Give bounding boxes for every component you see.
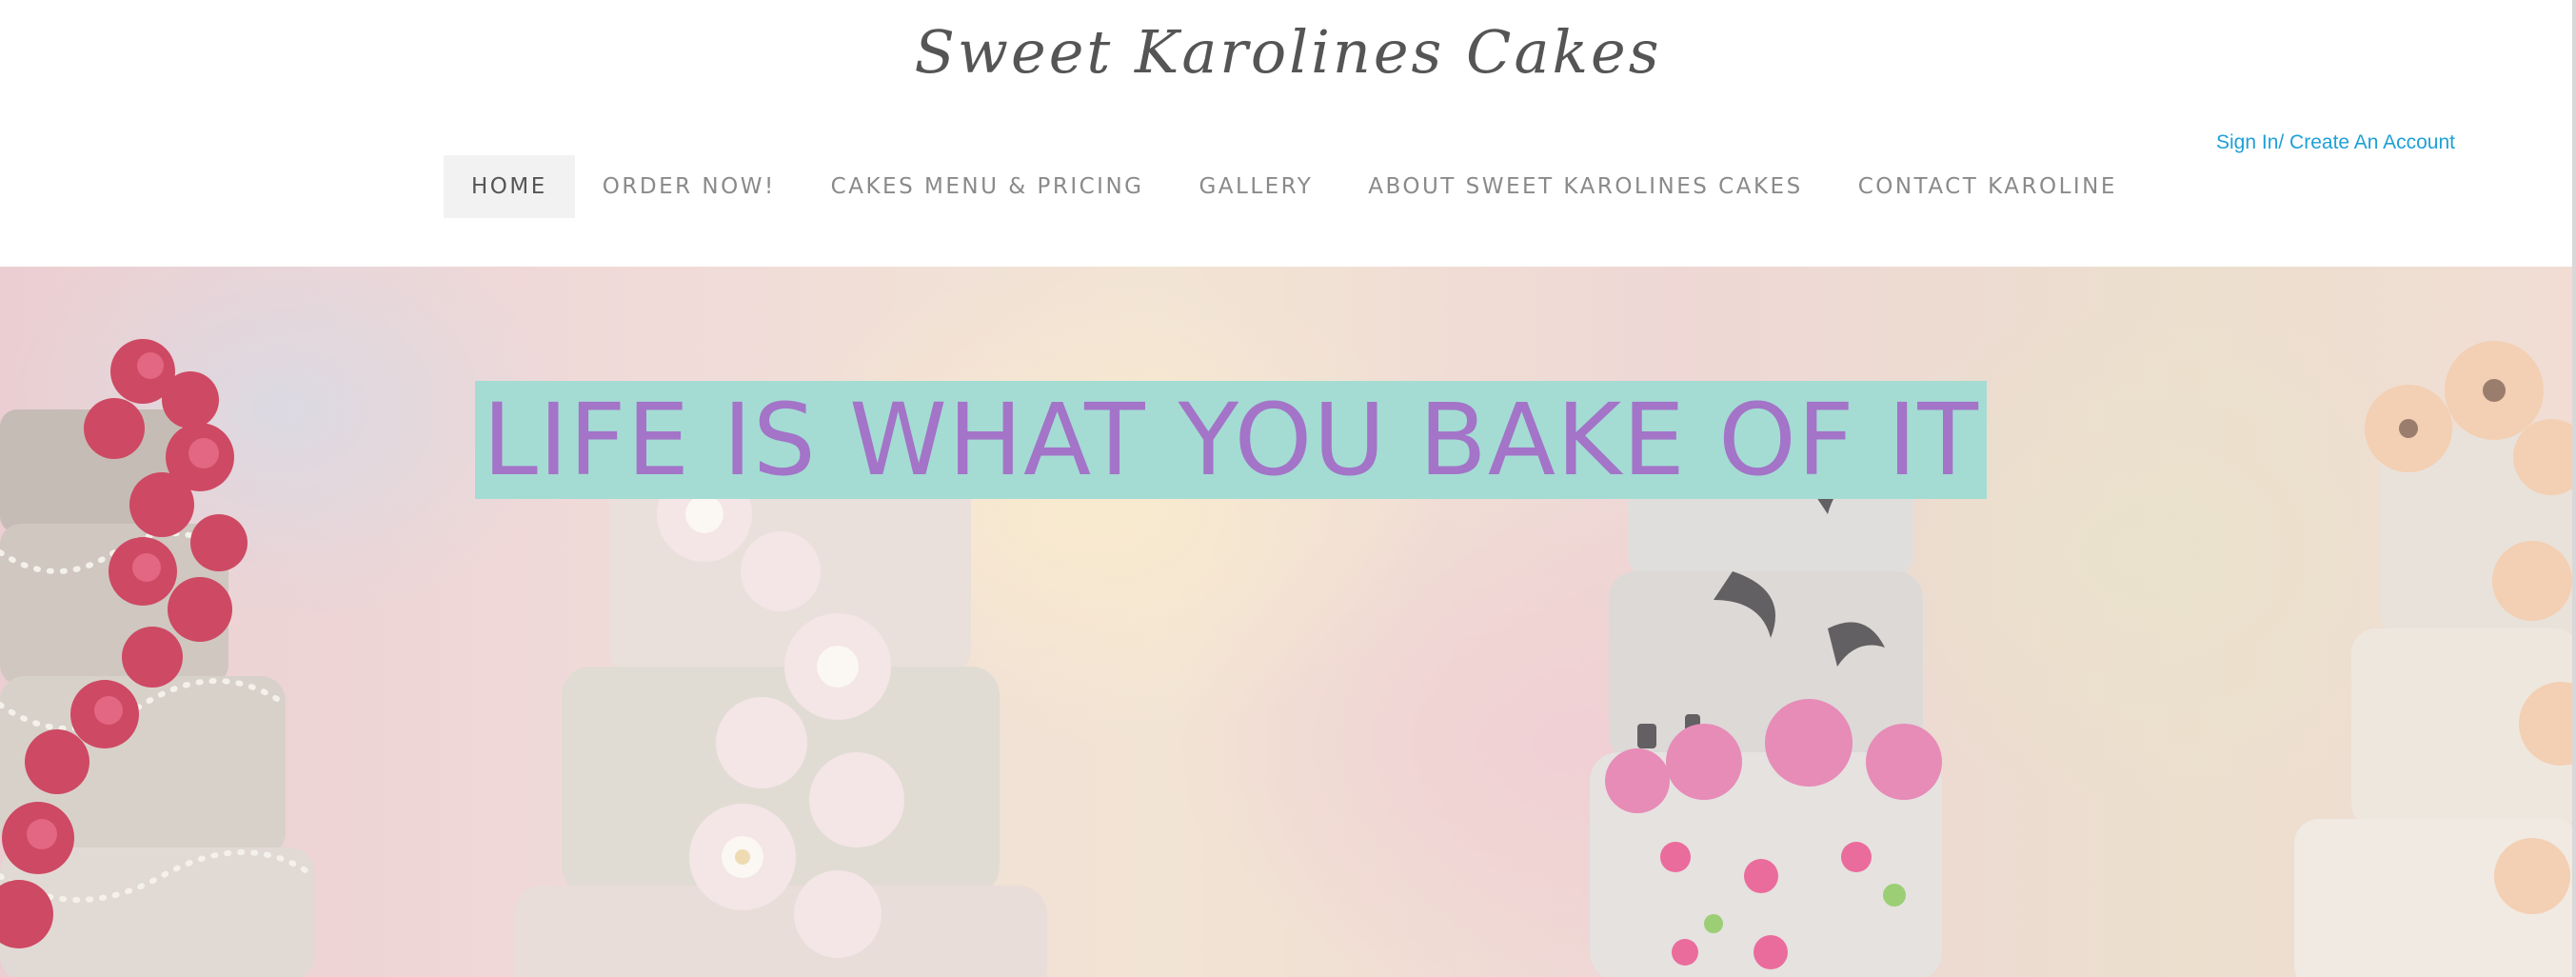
site-header: Sweet Karolines Cakes Sign In/ Create An…	[0, 0, 2576, 267]
nav-item-home[interactable]: HOME	[444, 155, 575, 218]
wedding-cakes-photo	[0, 267, 2572, 977]
hero-banner: "LIFE IS WHAT YOU BAKE OF IT"	[0, 267, 2572, 977]
site-title[interactable]: Sweet Karolines Cakes	[0, 17, 2576, 87]
nav-item-gallery[interactable]: GALLERY	[1171, 155, 1340, 218]
hero-tagline: "LIFE IS WHAT YOU BAKE OF IT"	[475, 381, 1987, 499]
page: Sweet Karolines Cakes Sign In/ Create An…	[0, 0, 2576, 977]
nav-item-about[interactable]: ABOUT SWEET KAROLINES CAKES	[1340, 155, 1830, 218]
nav-item-contact[interactable]: CONTACT KAROLINE	[1831, 155, 2145, 218]
main-nav: HOME ORDER NOW! CAKES MENU & PRICING GAL…	[444, 155, 2145, 218]
page-right-edge	[2572, 0, 2576, 977]
sign-in-link[interactable]: Sign In/ Create An Account	[2216, 131, 2455, 154]
nav-item-order-now[interactable]: ORDER NOW!	[575, 155, 803, 218]
nav-item-cakes-menu-pricing[interactable]: CAKES MENU & PRICING	[803, 155, 1172, 218]
